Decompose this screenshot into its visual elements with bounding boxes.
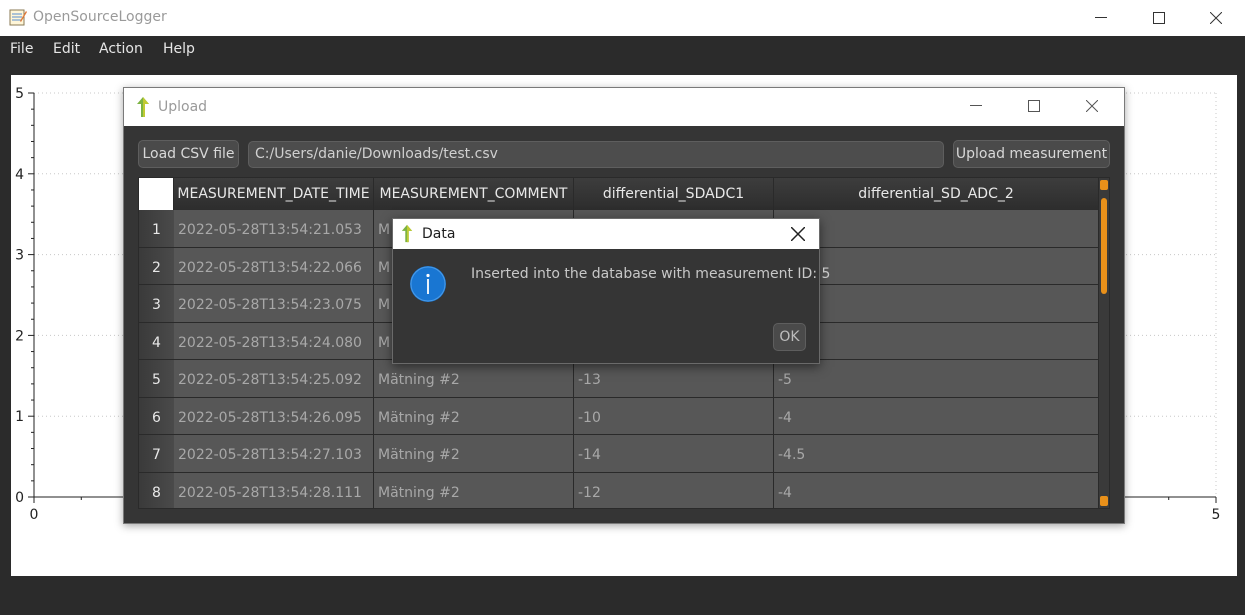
table-cell[interactable]: 2022-05-28T13:54:27.103: [174, 435, 374, 473]
upload-close-button[interactable]: [1064, 88, 1122, 126]
table-cell[interactable]: -10: [574, 397, 774, 435]
dialog-title-bar: Data: [393, 219, 819, 249]
table-cell[interactable]: 2022-05-28T13:54:21.053: [174, 210, 374, 248]
upload-arrow-icon: [401, 224, 413, 243]
csv-path-field[interactable]: C:/Users/danie/Downloads/test.csv: [248, 141, 944, 168]
maximize-button[interactable]: [1130, 0, 1188, 36]
table-cell[interactable]: -13: [574, 360, 774, 398]
maximize-icon: [1028, 100, 1040, 112]
column-header-comment[interactable]: MEASUREMENT_COMMENT: [374, 178, 574, 210]
y-tick-label: 3: [15, 248, 24, 264]
table-cell[interactable]: -5: [774, 360, 1099, 398]
table-cell[interactable]: 2022-05-28T13:54:25.092: [174, 360, 374, 398]
close-icon: [1086, 100, 1098, 112]
minimize-icon: [970, 105, 982, 106]
column-header-sdadc1[interactable]: differential_SDADC1: [574, 178, 774, 210]
row-header[interactable]: 7: [139, 435, 174, 473]
minimize-icon: [1095, 17, 1107, 18]
row-header[interactable]: 6: [139, 397, 174, 435]
table-cell[interactable]: Mätning #2: [374, 360, 574, 398]
close-icon: [791, 227, 805, 241]
menu-edit[interactable]: Edit: [53, 41, 80, 57]
info-icon: [410, 266, 446, 302]
row-header[interactable]: 5: [139, 360, 174, 398]
row-header[interactable]: 3: [139, 285, 174, 323]
table-cell[interactable]: Mätning #2: [374, 435, 574, 473]
table-cell[interactable]: 2022-05-28T13:54:23.075: [174, 285, 374, 323]
upload-measurement-button[interactable]: Upload measurement: [953, 140, 1110, 168]
menu-bar: File Edit Action Help: [0, 36, 1245, 64]
maximize-icon: [1153, 12, 1165, 24]
table-row[interactable]: 8 2022-05-28T13:54:28.111 Mätning #2 -12 -4: [139, 472, 1099, 508]
scroll-down-arrow[interactable]: [1100, 496, 1108, 506]
y-tick-label: 1: [15, 409, 24, 425]
y-tick-label: 5: [15, 86, 24, 102]
scroll-thumb[interactable]: [1101, 198, 1107, 294]
table-corner[interactable]: [139, 178, 174, 210]
table-cell[interactable]: 2022-05-28T13:54:28.111: [174, 472, 374, 508]
dialog-message: Inserted into the database with measurem…: [471, 266, 831, 282]
y-tick-label: 0: [15, 490, 24, 506]
table-row[interactable]: 7 2022-05-28T13:54:27.103 Mätning #2 -14 -4.…: [139, 435, 1099, 473]
table-cell[interactable]: -14: [574, 435, 774, 473]
table-cell[interactable]: -4.5: [774, 435, 1099, 473]
menu-help[interactable]: Help: [163, 41, 195, 57]
table-cell[interactable]: 2022-05-28T13:54:26.095: [174, 397, 374, 435]
upload-maximize-button[interactable]: [1006, 88, 1064, 126]
dialog-title: Data: [422, 226, 456, 242]
scroll-up-arrow[interactable]: [1100, 180, 1108, 190]
table-cell[interactable]: 2022-05-28T13:54:22.066: [174, 247, 374, 285]
main-title-bar: OpenSourceLogger: [0, 0, 1245, 36]
table-cell[interactable]: Mätning #2: [374, 472, 574, 508]
menu-file[interactable]: File: [10, 41, 33, 57]
upload-title-bar: Upload: [124, 88, 1124, 126]
table-cell[interactable]: [774, 322, 1099, 360]
row-header[interactable]: 4: [139, 322, 174, 360]
load-csv-button[interactable]: Load CSV file: [138, 140, 239, 168]
upload-minimize-button[interactable]: [948, 88, 1006, 126]
x-tick-label: 0: [30, 507, 39, 523]
y-tick-label: 4: [15, 167, 24, 183]
column-header-datetime[interactable]: MEASUREMENT_DATE_TIME: [174, 178, 374, 210]
table-cell[interactable]: 2022-05-28T13:54:24.080: [174, 322, 374, 360]
table-row[interactable]: 6 2022-05-28T13:54:26.095 Mätning #2 -10 -4: [139, 397, 1099, 435]
table-row[interactable]: 5 2022-05-28T13:54:25.092 Mätning #2 -13 -5: [139, 360, 1099, 398]
data-dialog: Data Inserted into the database with mea…: [392, 218, 830, 364]
menu-action[interactable]: Action: [99, 41, 143, 57]
close-icon: [1210, 12, 1222, 24]
table-cell[interactable]: -12: [574, 472, 774, 508]
ok-button[interactable]: OK: [773, 323, 806, 351]
minimize-button[interactable]: [1072, 0, 1130, 36]
notepad-icon: [9, 9, 27, 26]
upload-arrow-icon: [137, 97, 149, 117]
table-cell[interactable]: -4: [774, 397, 1099, 435]
row-header[interactable]: 1: [139, 210, 174, 248]
column-header-sdadc2[interactable]: differential_SD_ADC_2: [774, 178, 1099, 210]
dialog-close-button[interactable]: [783, 221, 813, 247]
table-cell[interactable]: -4: [774, 472, 1099, 508]
row-header[interactable]: 8: [139, 472, 174, 508]
x-tick-label: 5: [1212, 507, 1221, 523]
table-cell[interactable]: Mätning #2: [374, 397, 574, 435]
app-title: OpenSourceLogger: [33, 9, 167, 25]
table-cell[interactable]: [774, 210, 1099, 248]
table-scrollbar[interactable]: [1099, 178, 1109, 508]
row-header[interactable]: 2: [139, 247, 174, 285]
close-button[interactable]: [1187, 0, 1245, 36]
upload-title: Upload: [158, 99, 208, 115]
table-cell[interactable]: [774, 285, 1099, 323]
y-tick-label: 2: [15, 328, 24, 344]
